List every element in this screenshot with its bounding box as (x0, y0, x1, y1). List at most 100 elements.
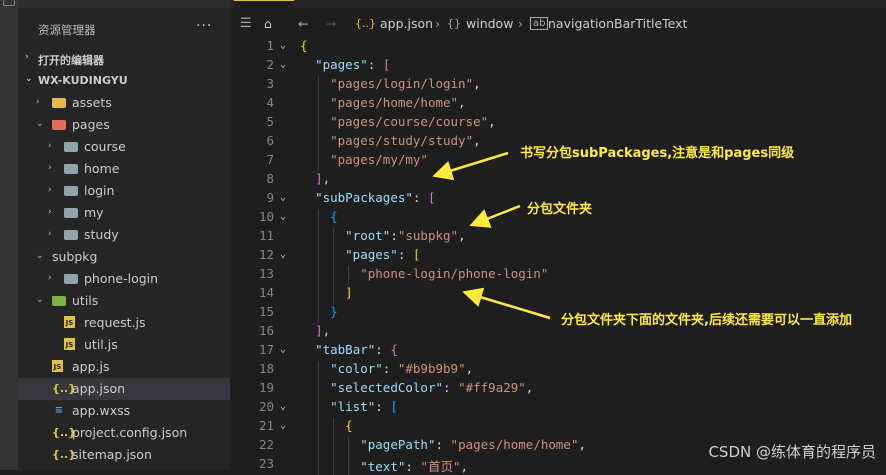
code-line: "pagePath": "pages/home/home", (360, 437, 587, 452)
fold-chevron-icon[interactable]: ⌄ (280, 249, 286, 260)
tree-item[interactable]: ≡ app.wxss (18, 400, 230, 422)
indent-guide (318, 228, 320, 247)
indent-guide (333, 418, 335, 437)
tree-item-label: project.config.json (72, 425, 188, 440)
indent-guide (318, 76, 320, 95)
chevron-right-icon: › (25, 52, 29, 62)
chevron-down-icon: ⌄ (36, 295, 44, 305)
explorer-title: 资源管理器 (38, 23, 96, 37)
fold-chevron-icon[interactable]: ⌄ (280, 40, 286, 51)
folder-icon (64, 186, 78, 196)
tree-item[interactable]: {..} project.config.json (18, 422, 230, 444)
code-editor[interactable]: 1 ⌄{2 ⌄ "pages": [3 "pages/login/login", 4 … (230, 38, 886, 475)
indent-guide (318, 114, 320, 133)
tree-item-label: home (84, 161, 120, 176)
chevron-right-icon: › (48, 163, 52, 173)
explorer-sidebar: 资源管理器 ··· › 打开的编辑器 ⌄ WX-KUDINGYU › assets… (18, 0, 230, 470)
code-line: "text": "首页", (360, 459, 469, 474)
menu-icon[interactable]: ☰ (240, 16, 252, 31)
back-arrow-icon[interactable]: ← (298, 16, 308, 31)
indent-guide (348, 456, 350, 475)
indent-guide (318, 380, 320, 399)
fold-chevron-icon[interactable]: ⌄ (280, 344, 286, 355)
tree-item-label: phone-login (84, 271, 159, 286)
line-number: 22 (258, 437, 274, 452)
tree-item[interactable]: ⌄ subpkg (18, 246, 230, 268)
bookmark-icon[interactable]: ⌂ (264, 16, 272, 31)
line-number: 20 (258, 399, 274, 414)
code-line: "list": [ (330, 399, 398, 414)
tree-item[interactable]: {..} app.json (18, 378, 230, 400)
fold-chevron-icon[interactable]: ⌄ (280, 401, 286, 412)
indent-guide (318, 266, 320, 285)
tree-item-label: subpkg (52, 249, 98, 264)
fold-chevron-icon[interactable]: ⌄ (280, 211, 286, 222)
line-number: 7 (266, 152, 274, 167)
code-line: { (300, 38, 308, 53)
more-actions-button[interactable]: ··· (196, 18, 212, 34)
line-number: 17 (258, 342, 274, 357)
code-line: "subPackages": [ (315, 190, 436, 205)
code-line: ], (315, 323, 331, 338)
indent-guide (318, 133, 320, 152)
folder-icon (64, 230, 78, 240)
line-number: 10 (258, 209, 274, 224)
indent-guide (318, 418, 320, 437)
tree-item[interactable]: › course (18, 136, 230, 158)
fold-chevron-icon[interactable]: ⌄ (280, 192, 286, 203)
chevron-down-icon: ⌄ (25, 74, 33, 84)
tree-item[interactable]: JS request.js (18, 312, 230, 334)
tree-item[interactable]: JS app.js (18, 356, 230, 378)
explorer-icon[interactable] (3, 0, 15, 6)
code-line: "pages/study/study", (330, 133, 481, 148)
project-section[interactable]: ⌄ WX-KUDINGYU (18, 70, 230, 92)
tree-item-label: assets (72, 95, 112, 110)
tree-item-label: util.js (84, 337, 118, 352)
folder-icon (64, 164, 78, 174)
indent-guide (333, 456, 335, 475)
line-number: 2 (266, 57, 274, 72)
tree-item[interactable]: › login (18, 180, 230, 202)
code-line: "pages/login/login", (330, 76, 481, 91)
line-number: 14 (258, 285, 274, 300)
line-number: 3 (266, 76, 274, 91)
code-line: "pages/course/course", (330, 114, 496, 129)
line-number: 18 (258, 361, 274, 376)
breadcrumb-field[interactable]: navigationBarTitleText (548, 16, 687, 31)
tree-item[interactable]: ⌄ pages (18, 114, 230, 136)
tree-item[interactable]: › home (18, 158, 230, 180)
folder-icon (64, 208, 78, 218)
breadcrumb-file[interactable]: app.json (380, 16, 433, 31)
forward-arrow-icon[interactable]: → (326, 16, 336, 31)
tree-item[interactable]: › phone-login (18, 268, 230, 290)
tree-item[interactable]: › assets (18, 92, 230, 114)
tree-item[interactable]: › study (18, 224, 230, 246)
chevron-right-icon: › (435, 16, 440, 31)
chevron-down-icon: ⌄ (36, 251, 44, 261)
js-file-icon: JS (64, 338, 75, 350)
fold-chevron-icon[interactable]: ⌄ (280, 420, 286, 431)
open-editors-section[interactable]: › 打开的编辑器 (18, 48, 230, 70)
indent-guide (318, 247, 320, 266)
indent-guide (318, 285, 320, 304)
tree-item[interactable]: {..} sitemap.json (18, 444, 230, 466)
indent-guide (318, 361, 320, 380)
json-icon: {..} (355, 17, 376, 30)
chevron-down-icon: ⌄ (36, 119, 44, 129)
indent-guide (318, 95, 320, 114)
annotation-subfolder: 分包文件夹下面的文件夹,后续还需要可以一直添加 (561, 313, 852, 328)
tree-item[interactable]: › my (18, 202, 230, 224)
annotation-subpackages: 书写分包subPackages,注意是和pages同级 (520, 146, 795, 161)
tree-item-label: app.js (72, 359, 110, 374)
tree-item-label: study (84, 227, 119, 242)
indent-guide (333, 247, 335, 266)
indent-guide (318, 304, 320, 323)
tree-item[interactable]: JS util.js (18, 334, 230, 356)
line-number: 11 (258, 228, 274, 243)
line-number: 15 (258, 304, 274, 319)
tree-item[interactable]: ⌄ utils (18, 290, 230, 312)
chevron-right-icon: › (48, 207, 52, 217)
fold-chevron-icon[interactable]: ⌄ (280, 59, 286, 70)
project-label: WX-KUDINGYU (38, 74, 128, 87)
breadcrumb-section[interactable]: window (466, 16, 513, 31)
